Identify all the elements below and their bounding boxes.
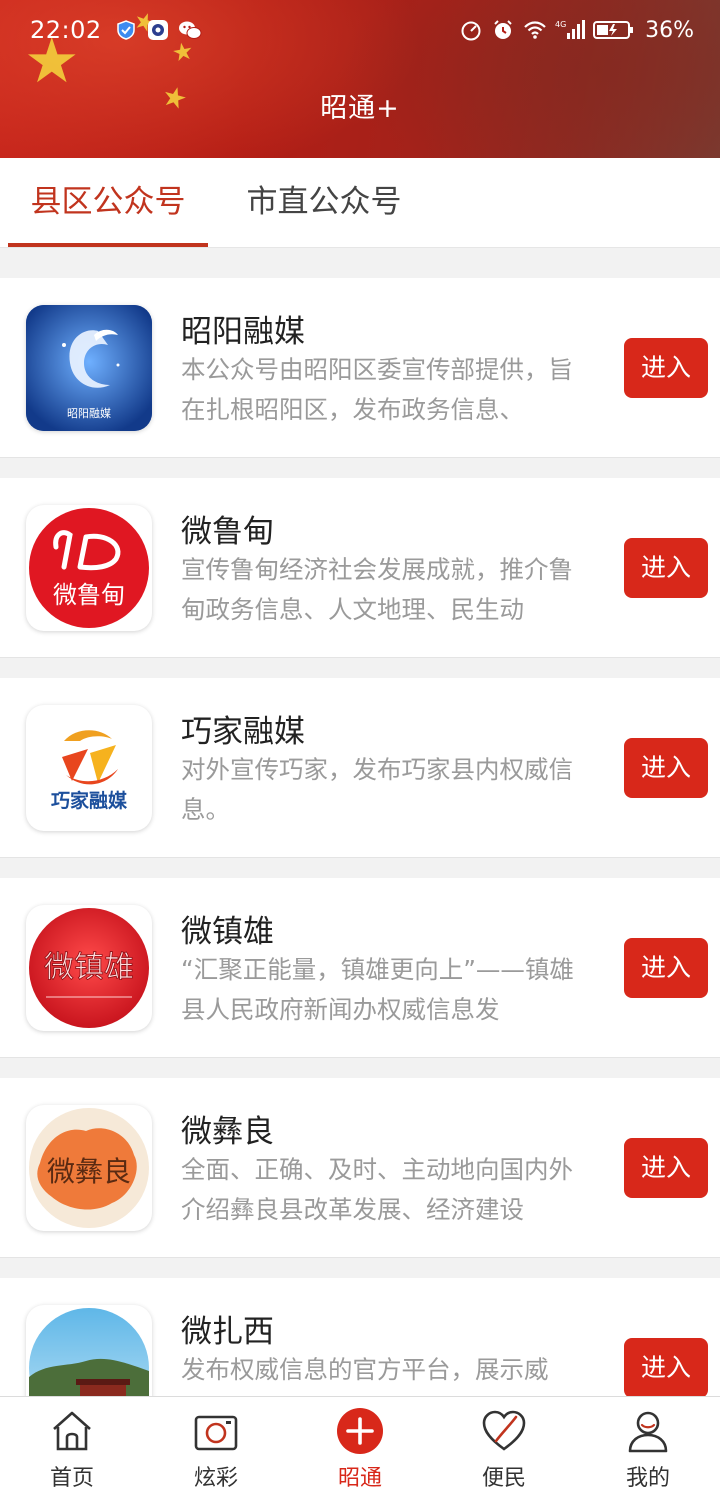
account-name: 微鲁甸 bbox=[181, 514, 274, 550]
enter-button[interactable]: 进入 bbox=[624, 938, 708, 998]
signal-icon: 4G bbox=[555, 18, 586, 42]
nav-zhaotong[interactable]: 昭通 bbox=[288, 1397, 432, 1496]
account-description: “汇聚正能量，镇雄更向上”——镇雄县人民政府新闻办权威信息发 bbox=[181, 955, 574, 1024]
list-item: 巧家融媒 巧家融媒 对外宣传巧家，发布巧家县内权威信息。 进入 bbox=[0, 678, 720, 858]
camera-icon bbox=[194, 1415, 238, 1451]
home-icon bbox=[53, 1411, 91, 1451]
weiludian-logo-text: 微鲁甸 bbox=[53, 581, 125, 609]
account-name: 微扎西 bbox=[181, 1314, 274, 1350]
battery-percent: 36% bbox=[645, 17, 694, 43]
nav-zhaotong-label: 昭通 bbox=[337, 1466, 382, 1491]
account-name: 昭阳融媒 bbox=[181, 314, 305, 350]
list-item: 微彝良 微彝良 全面、正确、及时、主动地向国内外介绍彝良县改革发展、经济建设 进… bbox=[0, 1078, 720, 1258]
tab-county-accounts[interactable]: 县区公众号 bbox=[8, 158, 208, 248]
tab-bar: 县区公众号 市直公众号 bbox=[0, 158, 720, 248]
alarm-icon bbox=[491, 18, 515, 42]
enter-button[interactable]: 进入 bbox=[624, 738, 708, 798]
qiaojia-logo[interactable]: 巧家融媒 bbox=[26, 705, 152, 831]
status-bar: 22:02 4G 36% bbox=[0, 0, 720, 60]
weiyiliang-logo-text: 微彝良 bbox=[47, 1155, 131, 1188]
account-list: 昭阳融媒 昭阳融媒 本公众号由昭阳区委宣传部提供，旨在扎根昭阳区，发布政务信息、… bbox=[0, 278, 720, 1478]
account-description: 宣传鲁甸经济社会发展成就，推介鲁甸政务信息、人文地理、民生动 bbox=[181, 555, 573, 624]
speed-icon bbox=[459, 18, 483, 42]
nav-bianmin-label: 便民 bbox=[481, 1466, 526, 1491]
list-item: 微镇雄 微镇雄 “汇聚正能量，镇雄更向上”——镇雄县人民政府新闻办权威信息发 进… bbox=[0, 878, 720, 1058]
nav-bianmin[interactable]: 便民 bbox=[432, 1397, 576, 1496]
app-badge-icon bbox=[146, 18, 170, 42]
account-name: 巧家融媒 bbox=[181, 714, 305, 750]
list-item: 昭阳融媒 昭阳融媒 本公众号由昭阳区委宣传部提供，旨在扎根昭阳区，发布政务信息、… bbox=[0, 278, 720, 458]
heart-icon bbox=[482, 1410, 526, 1451]
tab-active-indicator bbox=[8, 243, 208, 247]
enter-button[interactable]: 进入 bbox=[624, 338, 708, 398]
account-description: 对外宣传巧家，发布巧家县内权威信息。 bbox=[181, 755, 573, 824]
weizhenxiong-logo[interactable]: 微镇雄 bbox=[26, 905, 152, 1031]
weiludian-logo[interactable]: 微鲁甸 bbox=[26, 505, 152, 631]
nav-xuancai-label: 炫彩 bbox=[193, 1466, 238, 1491]
nav-mine-label: 我的 bbox=[625, 1466, 670, 1491]
enter-button[interactable]: 进入 bbox=[624, 538, 708, 598]
enter-button[interactable]: 进入 bbox=[624, 1338, 708, 1398]
plus-circle-icon bbox=[337, 1408, 383, 1454]
zhaoyang-logo[interactable]: 昭阳融媒 bbox=[26, 305, 152, 431]
zhaoyang-logo-text: 昭阳融媒 bbox=[67, 407, 111, 420]
weizhenxiong-logo-text: 微镇雄 bbox=[44, 950, 134, 985]
nav-home-label: 首页 bbox=[49, 1466, 94, 1491]
account-description: 全面、正确、及时、主动地向国内外介绍彝良县改革发展、经济建设 bbox=[181, 1155, 573, 1224]
wifi-icon bbox=[523, 18, 547, 42]
app-header: ★ ★ ★ ★ 22:02 4G 36% 昭通+ bbox=[0, 0, 720, 158]
battery-icon bbox=[593, 18, 635, 42]
list-item: 微鲁甸 微鲁甸 宣传鲁甸经济社会发展成就，推介鲁甸政务信息、人文地理、民生动 进… bbox=[0, 478, 720, 658]
bottom-nav: 首页 炫彩 昭通 便民 我的 bbox=[0, 1396, 720, 1496]
account-name: 微彝良 bbox=[181, 1114, 274, 1150]
account-description: 本公众号由昭阳区委宣传部提供，旨在扎根昭阳区，发布政务信息、 bbox=[181, 355, 573, 424]
clock: 22:02 bbox=[30, 16, 102, 44]
nav-xuancai[interactable]: 炫彩 bbox=[144, 1397, 288, 1496]
nav-home[interactable]: 首页 bbox=[0, 1397, 144, 1496]
enter-button[interactable]: 进入 bbox=[624, 1138, 708, 1198]
shield-icon bbox=[114, 18, 138, 42]
nav-mine[interactable]: 我的 bbox=[576, 1397, 720, 1496]
account-name: 微镇雄 bbox=[181, 914, 274, 950]
user-icon bbox=[628, 1411, 668, 1453]
svg-text:4G: 4G bbox=[555, 20, 566, 29]
tab-city-accounts[interactable]: 市直公众号 bbox=[224, 158, 424, 248]
weiyiliang-logo[interactable]: 微彝良 bbox=[26, 1105, 152, 1231]
wechat-icon bbox=[178, 18, 202, 42]
page-title: 昭通+ bbox=[320, 93, 400, 124]
qiaojia-logo-text: 巧家融媒 bbox=[51, 789, 128, 812]
